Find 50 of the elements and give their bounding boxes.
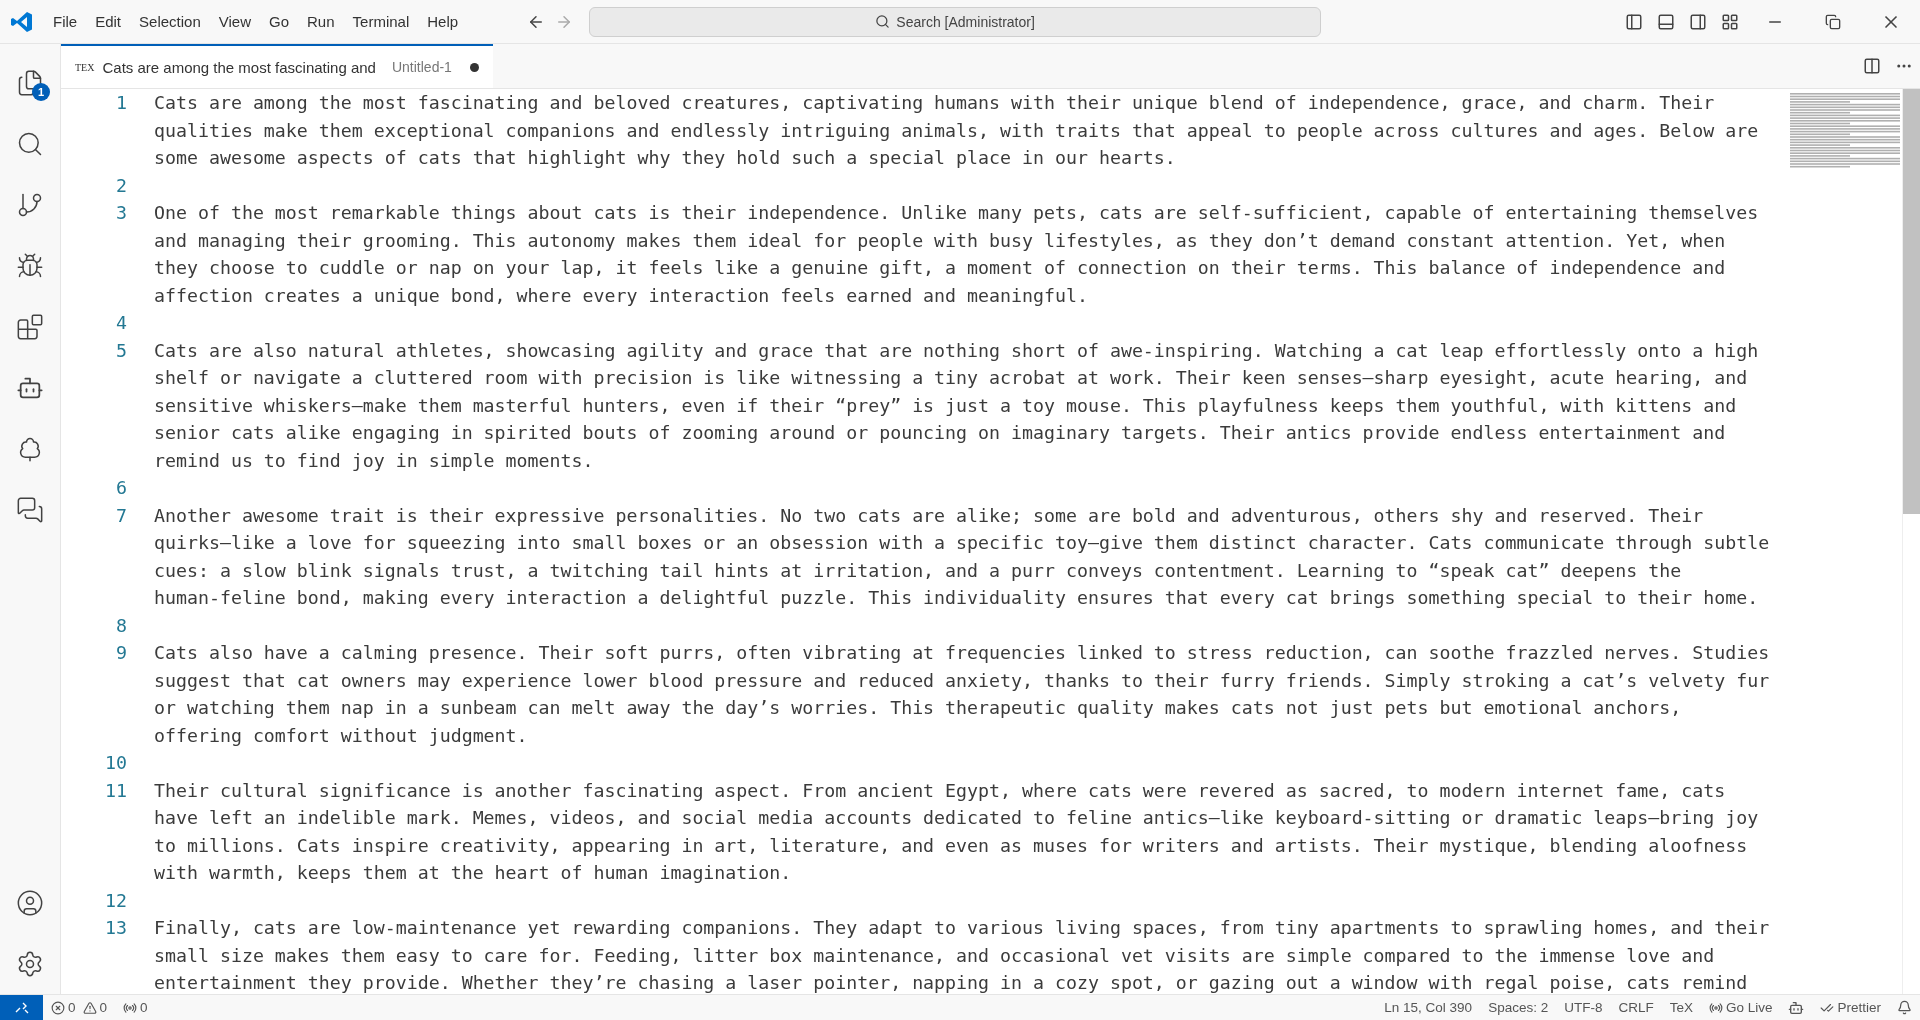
text-paragraph: Another awesome trait is their expressive personalities. No two cats are alike; some are bold and adventurous, others shy and reserved. Their quirks—like a love for squeezing into small boxes or an obsession with a specific toy—give them distinct character. Cats communicate through subtle cues: a slow blink signals trust, a twitching tail hints at irritation, and a purr conveys contentment. Learning to “speak cat” deepens the human-feline bond, making every interaction a delightful puzzle. This individuality ensures that every cat brings something special to their home. — [154, 503, 1770, 610]
status-item[interactable]: CRLF — [1610, 1000, 1662, 1015]
line-number: 5 — [115, 338, 128, 363]
menu-item[interactable]: Selection — [130, 9, 210, 34]
line-number: 11 — [104, 778, 128, 803]
status-item[interactable]: TeX — [1661, 1000, 1701, 1015]
antenna-icon — [123, 1000, 138, 1015]
line-number: 4 — [115, 311, 128, 335]
text-paragraph: Cats also have a calming presence. Their soft purrs, often vibrating at frequencies linked to stress reduction, can soothe frazzled nerves. Studies suggest that cat owners may experience lower blood pressure and reduced anxiety, thanks to their furry friends. Simply stroking a cat’s velvety fur or watching them nap in a sunbeam can melt away the day’s worries. This therapeutic quality makes cats not just pets but emotional anchors, offering comfort without judgment. — [154, 641, 1770, 748]
line-number: 6 — [115, 476, 128, 500]
status-item[interactable]: UTF-8 — [1556, 1000, 1611, 1015]
menu-item[interactable]: View — [209, 9, 260, 34]
status-item[interactable]: Ln 15, Col 390 — [1376, 1000, 1481, 1015]
broadcast-icon — [1708, 1000, 1723, 1015]
text-paragraph: Cats are also natural athletes, showcasing agility and grace that are nothing short of awe-inspiring. Watching a cat leap effortlessly onto a high shelf or navigate a cluttered room with precision is like witnessing a tiny acrobat at work. Their keen senses—sharp eyesight, acute hearing, and sensitive whiskers—make them masterful hunters, even if their “prey” is just a toy mouse. This playfulness keeps them youthful, with kittens and senior cats alike engaging in spirited bouts of zooming around or pouncing on imaginary targets. Their antics provide endless entertainment and remind us to find joy in simple moments. — [154, 338, 1759, 473]
status-item[interactable]: Spaces: 2 — [1480, 1000, 1557, 1015]
menu-item[interactable]: Go — [260, 9, 298, 34]
line-number: 7 — [115, 503, 128, 528]
line-number: 10 — [104, 751, 128, 775]
text-paragraph: Cats are among the most fascinating and beloved creatures, captivating humans with their unique blend of independence, grace, and charm. Their qualities make them exceptional companions and endlessly intriguing animals, with traits that appeal to people across cultures and ages. Below are some awesome aspects of cats that highlight why they hold such a special place in our hearts. — [154, 91, 1759, 170]
editor-tab[interactable]: TEX Cats are among the most fascinating and Untitled-1 — [61, 44, 493, 88]
error-icon — [51, 1000, 65, 1015]
line-number: 8 — [115, 613, 128, 638]
remote-button[interactable] — [0, 995, 43, 1020]
line-number: 2 — [115, 173, 128, 198]
line-number: 12 — [104, 888, 128, 913]
prettier-button[interactable]: Prettier — [1812, 1000, 1889, 1015]
menu-item[interactable]: Edit — [86, 9, 131, 34]
text-paragraph: One of the most remarkable things about cats is their independence. Unlike many pets, cats are self-sufficient, capable of entertaining themselves and managing their grooming. This autonomy makes them ideal for people with busy lifestyles, as they don’t demand constant attention. Yet, when they choose to cuddle or nap on your lap, it feels like a genuine gift, a moment of connection on their terms. This balance of independence and affection creates a unique bond, where every interaction feels earned and meaningful. — [154, 201, 1759, 308]
text-paragraph: Finally, cats are low-maintenance yet rewarding companions. They adapt to various living spaces, from tiny apartments to sprawling homes, and their small size makes them easy to care for. Feeding, litter box maintenance, and occasional vet visits are simple compared to the immense love and entertainment they provide. Whether they’re chasing a laser pointer, napping in a cozy spot, or gazing out a window with regal poise, cats remind — [154, 916, 1770, 994]
menu-item[interactable]: Run — [298, 9, 344, 34]
tex-icon: TEX — [75, 61, 95, 73]
app-logo — [10, 9, 34, 34]
line-number: 1 — [115, 91, 128, 115]
warning-icon — [82, 1000, 97, 1015]
text-paragraph: Their cultural significance is another fascinating aspect. From ancient Egypt, where cats were revered as sacred, to modern internet fame, cats have left an indelible mark. Memes, videos, and social media accounts dedicated to feline antics—like keyboard-sitting or dramatic leaps—bring joy to millions. Cats inspire creativity, appearing in art, literature, and even as muses for writers and artists. Their mystique, blending aloofness with warmth, keeps them at the heart of human imagination. — [154, 778, 1759, 885]
menu-item[interactable]: File — [44, 9, 87, 34]
explorer-icon[interactable] — [16, 68, 44, 97]
notification-badge: 1 — [32, 83, 50, 101]
problems-button[interactable]: 0 0 — [43, 1000, 116, 1015]
scrollbar-thumb[interactable] — [1903, 89, 1920, 514]
line-number: 3 — [115, 201, 128, 225]
line-number: 9 — [115, 641, 128, 665]
menu-item[interactable]: Help — [418, 9, 468, 34]
go-live-button[interactable]: Go Live — [1700, 1000, 1781, 1015]
menu-item[interactable]: Terminal — [343, 9, 419, 34]
line-number: 13 — [104, 916, 128, 940]
search-icon — [875, 14, 891, 29]
ports-button[interactable]: 0 — [115, 1000, 156, 1015]
search-field[interactable]: Search [Administrator] — [589, 6, 1322, 37]
